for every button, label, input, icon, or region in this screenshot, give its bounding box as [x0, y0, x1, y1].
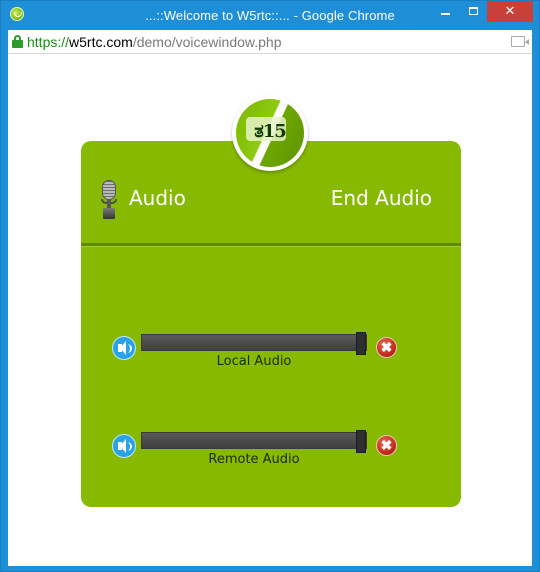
mic-head	[102, 180, 116, 200]
url-text[interactable]: https://w5rtc.com/demo/voicewindow.php	[27, 34, 281, 50]
remote-audio-level-bar[interactable]	[141, 430, 367, 453]
minimize-button[interactable]	[432, 1, 459, 22]
speaker-wave	[127, 344, 132, 353]
logo-text: ತ15	[254, 121, 287, 142]
page-viewport: Audio End Audio Local Audio ✖ Remote Aud…	[8, 54, 532, 566]
maximize-icon	[469, 7, 478, 15]
remote-audio-label: Remote Audio	[208, 452, 300, 467]
lock-icon[interactable]	[12, 35, 23, 48]
maximize-button[interactable]	[460, 1, 487, 22]
title-bar[interactable]: ...::Welcome to W5rtc::... - Google Chro…	[1, 1, 539, 30]
voice-panel: Audio End Audio Local Audio ✖ Remote Aud…	[81, 141, 461, 507]
audio-label: Audio	[129, 186, 186, 210]
minimize-icon	[441, 13, 450, 15]
speaker-wave	[127, 442, 132, 451]
url-scheme: https://	[27, 34, 70, 50]
speaker-icon[interactable]	[112, 336, 136, 360]
remote-audio-level-fill	[142, 433, 366, 448]
panel-divider	[81, 243, 461, 246]
remote-audio-slider-thumb[interactable]	[356, 430, 366, 453]
lock-body	[12, 40, 23, 48]
camera-icon[interactable]	[511, 36, 529, 47]
local-audio-label: Local Audio	[216, 354, 292, 369]
close-icon[interactable]: ✖	[376, 435, 397, 456]
local-audio-level-bar[interactable]	[141, 332, 367, 355]
w5rtc-logo: ತ15	[232, 95, 308, 171]
browser-window: ...::Welcome to W5rtc::... - Google Chro…	[0, 0, 540, 572]
local-audio-level-fill	[142, 335, 366, 350]
close-window-button[interactable]: ✕	[487, 1, 533, 22]
close-icon[interactable]: ✖	[376, 337, 397, 358]
url-path: /demo/voicewindow.php	[132, 34, 282, 50]
address-bar[interactable]: https://w5rtc.com/demo/voicewindow.php	[8, 30, 532, 54]
local-audio-slider-thumb[interactable]	[356, 332, 366, 355]
speaker-icon[interactable]	[112, 434, 136, 458]
local-audio-track: Local Audio ✖	[112, 331, 397, 369]
microphone-icon	[99, 180, 121, 222]
remote-audio-track: Remote Audio ✖	[112, 429, 397, 467]
speaker-cone	[118, 341, 126, 355]
mic-base	[103, 208, 115, 219]
speaker-cone	[118, 439, 126, 453]
mic-neck	[107, 200, 111, 208]
end-audio-button[interactable]: End Audio	[331, 186, 432, 210]
url-host: w5rtc.com	[69, 34, 133, 50]
